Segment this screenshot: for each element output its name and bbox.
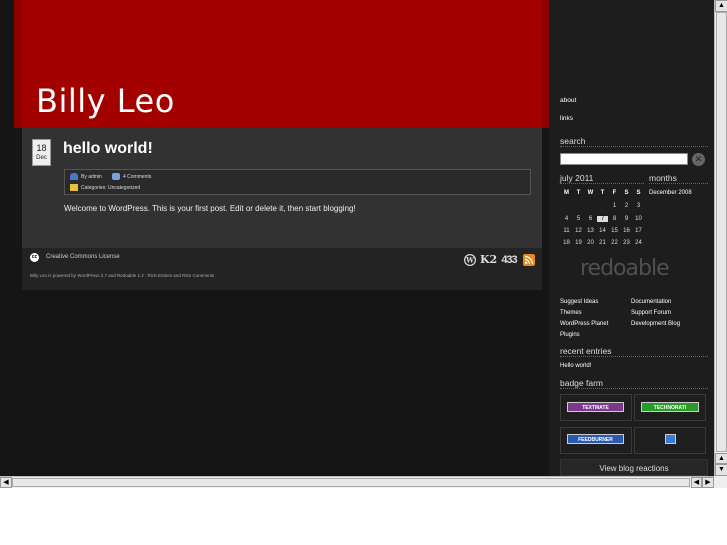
post-date-day: 18 (36, 143, 47, 153)
w3c-badge[interactable] (665, 434, 676, 444)
calendar-day: 3 (636, 203, 641, 209)
folder-icon (70, 184, 78, 191)
post-title[interactable]: hello world! (63, 140, 153, 158)
search-heading: search (560, 136, 708, 147)
calendar-day: 22 (611, 240, 618, 246)
calendar-day: 10 (635, 216, 642, 222)
calendar-weekday: T (576, 190, 581, 196)
link-documentation[interactable]: Documentation (631, 299, 671, 305)
creative-commons-icon: cc (30, 253, 39, 262)
calendar-heading: july 2011 (560, 173, 644, 184)
calendar-day: 2 (624, 203, 629, 209)
calendar-day: 12 (575, 228, 582, 234)
link-wordpress-planet[interactable]: WordPress Planet (560, 321, 608, 327)
link-development-blog[interactable]: Development Blog (631, 321, 680, 327)
scroll-right-icon[interactable]: ▶ (702, 477, 714, 488)
w3c-icon[interactable]: 433 (500, 254, 518, 266)
creative-commons-link[interactable]: Creative Commons License (46, 254, 120, 260)
calendar-today: 7 (597, 216, 608, 222)
calendar-day: 24 (635, 240, 642, 246)
badge-farm-heading: badge farm (560, 378, 708, 389)
vertical-scrollbar[interactable]: ▲ ▲ ▼ (714, 0, 727, 476)
scroll-up-icon[interactable]: ▲ (715, 453, 727, 464)
recent-entries-heading: recent entries (560, 346, 708, 357)
calendar-weekday: S (636, 190, 641, 196)
month-link[interactable]: December 2008 (649, 190, 692, 196)
search-clear-icon[interactable]: ✕ (692, 153, 705, 166)
calendar-weekday: M (564, 190, 569, 196)
page-link-links[interactable]: links (560, 115, 573, 122)
recent-entry-link[interactable]: Hello world! (560, 363, 591, 369)
calendar-weekday: S (624, 190, 629, 196)
scroll-down-icon[interactable]: ▼ (715, 464, 727, 476)
calendar-day: 21 (599, 240, 606, 246)
scroll-left-icon[interactable]: ◀ (691, 477, 702, 488)
technorati-badge[interactable]: TECHNORATI (641, 402, 699, 412)
calendar-day: 6 (588, 216, 593, 222)
calendar-day: 14 (599, 228, 606, 234)
view-blog-reactions-button[interactable]: View blog reactions (560, 459, 708, 476)
scrollbar-corner (714, 476, 727, 488)
redoable-logo: redoable (580, 256, 670, 281)
calendar-day: 4 (564, 216, 569, 222)
comment-icon (112, 173, 120, 180)
post-date-month: Dec (36, 155, 47, 161)
k2-icon[interactable]: K2 (480, 254, 497, 266)
browser-viewport: Billy Leo 18 Dec hello world! By admin 4… (0, 0, 714, 476)
calendar-weekday: W (587, 190, 594, 196)
post-author-label: By admin (81, 173, 102, 180)
vertical-scroll-thumb[interactable] (716, 12, 727, 452)
scroll-up-icon[interactable]: ▲ (715, 0, 727, 12)
calendar-day: 18 (563, 240, 570, 246)
calendar-day: 1 (612, 203, 617, 209)
calendar-day: 19 (575, 240, 582, 246)
scroll-left-icon[interactable]: ◀ (0, 477, 12, 488)
calendar-day: 17 (635, 228, 642, 234)
wordpress-icon[interactable]: W (463, 253, 476, 267)
textmate-badge[interactable]: TEXTMATE (567, 402, 624, 412)
search-input[interactable] (560, 153, 688, 165)
post-comments-label: 4 Comments (123, 173, 152, 180)
calendar-weekday: T (600, 190, 605, 196)
horizontal-scroll-thumb[interactable] (12, 478, 690, 487)
link-themes[interactable]: Themes (560, 310, 582, 316)
calendar-day: 13 (587, 228, 594, 234)
site-title[interactable]: Billy Leo (36, 82, 175, 120)
powered-by-text: Billy Leo is powered by WordPress 2.7 an… (30, 273, 215, 278)
calendar-day: 23 (623, 240, 630, 246)
svg-text:W: W (465, 256, 474, 265)
link-support-forum[interactable]: Support Forum (631, 310, 671, 316)
calendar-day: 9 (624, 216, 629, 222)
post-body: Welcome to WordPress. This is your first… (64, 204, 356, 213)
link-suggest-ideas[interactable]: Suggest Ideas (560, 299, 598, 305)
calendar-day: 11 (563, 228, 570, 234)
post-categories[interactable]: Categories: Uncategorized (70, 184, 140, 191)
calendar-day: 16 (623, 228, 630, 234)
page-link-about[interactable]: about (560, 97, 576, 104)
post-date-badge: 18 Dec (32, 139, 51, 166)
horizontal-scrollbar[interactable]: ◀ ◀ ▶ (0, 476, 714, 488)
calendar-day: 8 (612, 216, 617, 222)
link-plugins[interactable]: Plugins (560, 332, 580, 338)
calendar-day: 15 (611, 228, 618, 234)
post-author[interactable]: By admin (70, 173, 102, 180)
feedburner-badge[interactable]: FEEDBURNER (567, 434, 624, 444)
rss-icon[interactable] (523, 254, 535, 266)
post-categories-label: Categories: Uncategorized (81, 184, 141, 191)
months-heading: months (649, 173, 708, 184)
calendar-weekday: F (612, 190, 617, 196)
user-icon (70, 173, 78, 180)
calendar-day: 5 (576, 216, 581, 222)
calendar-day: 20 (587, 240, 594, 246)
post-comments[interactable]: 4 Comments (112, 173, 151, 180)
